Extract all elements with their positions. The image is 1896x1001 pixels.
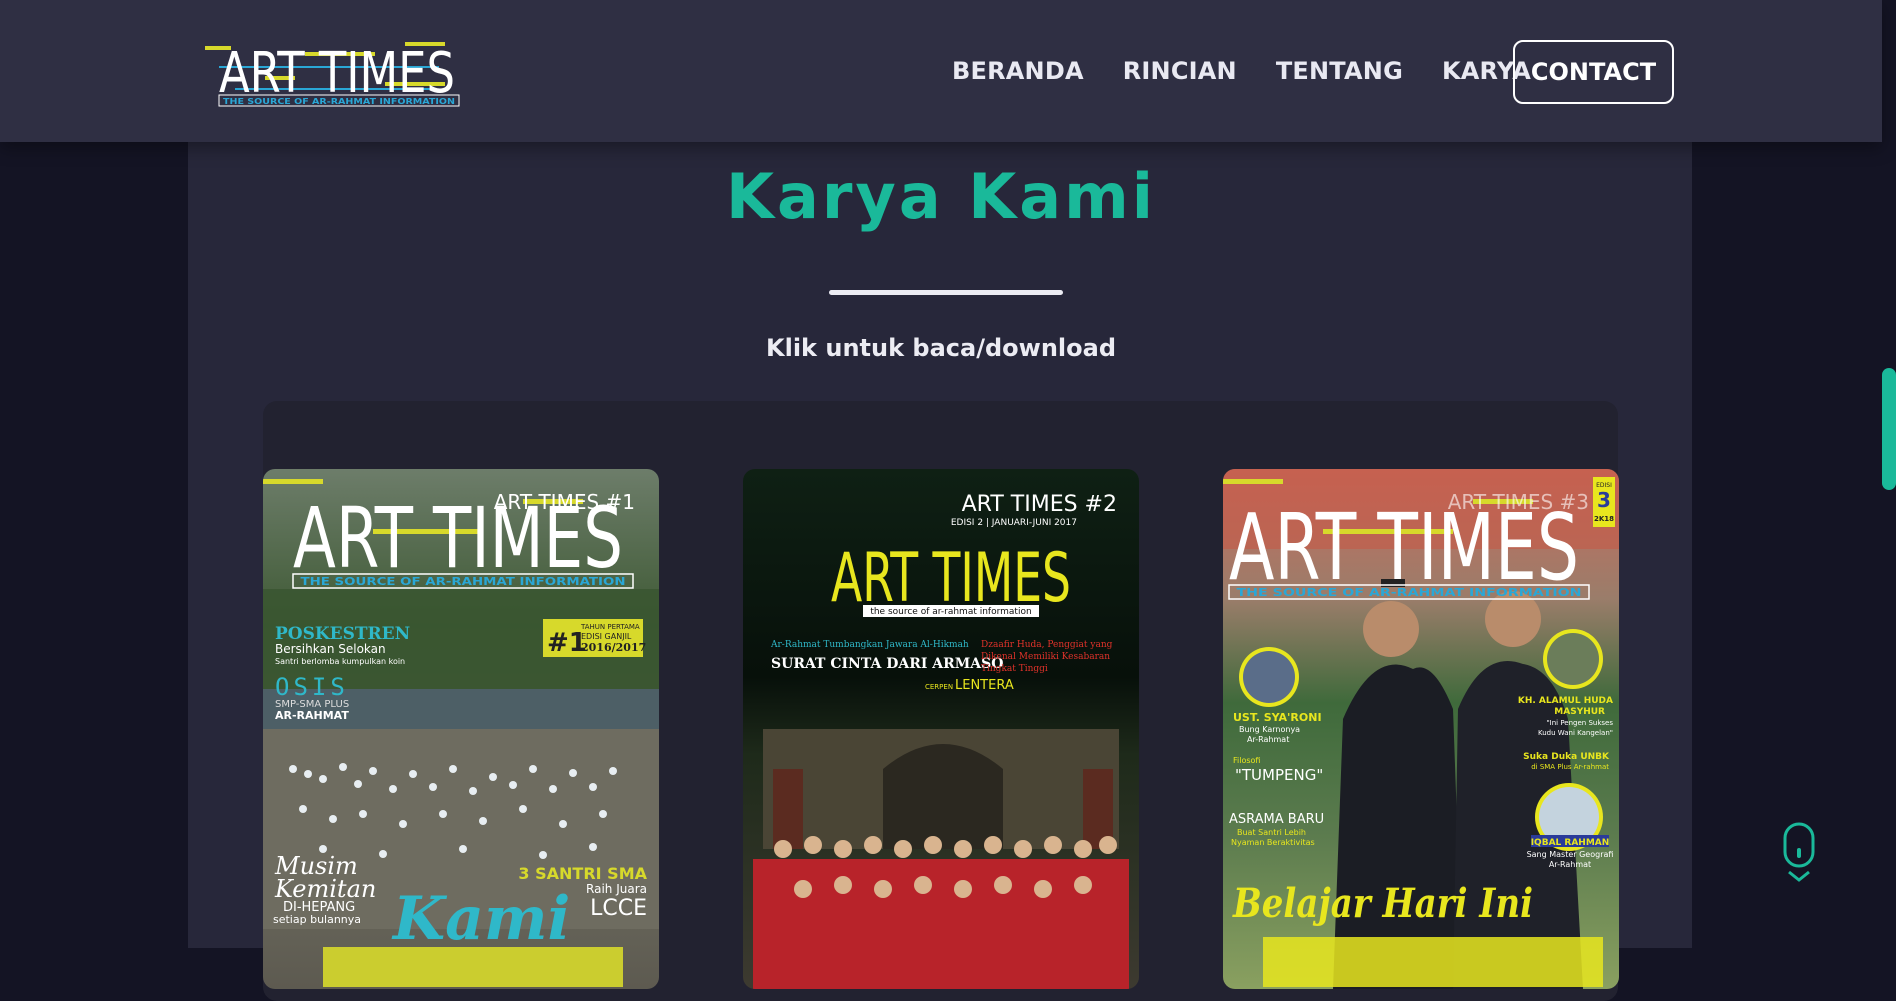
scrollbar-thumb[interactable] [1882, 368, 1896, 490]
cover1-badge-line2: EDISI GANJIL [581, 632, 632, 641]
nav-links: BERANDA RINCIAN TENTANG KARYA [952, 40, 1570, 102]
cover1-headline1-sub: Bersihkan Selokan [275, 642, 386, 656]
cover3-person3-sub2: Ar-Rahmat [1549, 860, 1591, 869]
contact-button[interactable]: CONTACT [1513, 40, 1674, 104]
navbar: ART TIMES THE SOURCE OF AR-RAHMAT INFORM… [0, 0, 1882, 142]
cover1-badge-line3: 2016/2017 [581, 641, 646, 654]
cover3-asrama: ASRAMA BARU [1229, 812, 1324, 827]
cover1-bottom-title: Kami [391, 884, 570, 954]
cover2-cerpen: CERPEN [925, 683, 953, 691]
magazine-cover-2[interactable]: ART TIMES #2 EDISI 2 | JANUARI-JUNI 2017… [743, 469, 1139, 989]
cover3-right-mid: Suka Duka UNBK [1523, 752, 1610, 762]
cover2-edition-sub: EDISI 2 | JANUARI-JUNI 2017 [951, 518, 1077, 528]
cover3-asrama-sub2: Nyaman Beraktivitas [1231, 838, 1315, 847]
cover1-tagline: THE SOURCE OF AR-RAHMAT INFORMATION [301, 575, 626, 588]
cover3-person1-sub: Bung Karnonya [1239, 725, 1300, 734]
cover1-headline2: OSIS [275, 673, 349, 701]
cover3-filosofi: Filosofi [1233, 756, 1260, 765]
cover3-edition: ART TIMES #3 [1448, 490, 1589, 514]
cover1-bottom-right3: LCCE [590, 896, 647, 921]
magazine-cover-3[interactable]: ART TIMES ART TIMES #3 THE SOURCE OF AR-… [1223, 469, 1619, 989]
cover3-person2-name2: MASYHUR [1554, 707, 1605, 717]
cover3-person2-sub: "Ini Pengen Sukses [1546, 719, 1613, 727]
cover3-bottom-title: Belajar Hari Ini [1232, 880, 1533, 927]
magazine-cover-1[interactable]: ART TIMES ART TIMES #1 THE SOURCE OF AR-… [263, 469, 659, 989]
cover1-headline2-sub2: AR-RAHMAT [275, 709, 349, 722]
cover1-edition: ART TIMES #1 [494, 490, 635, 514]
cover3-person2-name: KH. ALAMUL HUDA [1518, 696, 1613, 706]
cover1-bottom-left2: Kemitan [274, 875, 376, 903]
section-title: Karya Kami [725, 160, 1157, 233]
cover2-cerpen-title: LENTERA [955, 678, 1014, 693]
cover2-right1: Dzaafir Huda, Penggiat yang [981, 640, 1113, 650]
section-subtitle: Klik untuk baca/download [766, 334, 1116, 362]
cover2-edition: ART TIMES #2 [962, 492, 1117, 517]
cover1-headline1: POSKESTREN [275, 624, 410, 644]
nav-link-beranda[interactable]: BERANDA [952, 57, 1084, 85]
cover1-bottom-left4: setiap bulannya [273, 913, 361, 926]
title-underline [829, 290, 1063, 295]
cover2-tagline: the source of ar-rahmat information [870, 607, 1031, 617]
site-logo[interactable]: ART TIMES THE SOURCE OF AR-RAHMAT INFORM… [205, 36, 471, 108]
cover3-person2-sub2: Kudu Wani Kangelan" [1538, 729, 1613, 737]
cover3-badge-year: 2K18 [1594, 515, 1614, 523]
cover3-asrama-sub: Buat Santri Lebih [1237, 828, 1306, 837]
cover3-person1-sub2: Ar-Rahmat [1247, 735, 1289, 744]
cover1-bottom-right1: 3 SANTRI SMA [518, 864, 647, 883]
cover3-badge-num: 3 [1597, 488, 1611, 512]
nav-link-rincian[interactable]: RINCIAN [1123, 57, 1237, 85]
logo-tagline: THE SOURCE OF AR-RAHMAT INFORMATION [223, 97, 455, 106]
cover3-tagline: THE SOURCE OF AR-RAHMAT INFORMATION [1237, 586, 1582, 599]
scroll-down-icon[interactable] [1783, 822, 1815, 884]
cover3-person1-name: UST. SYA'RONI [1233, 711, 1322, 724]
cover2-right3: Tingkat Tinggi [981, 664, 1048, 674]
cover2-right2: Dikenal Memiliki Kesabaran [981, 652, 1110, 662]
cover3-tumpeng: "TUMPENG" [1235, 766, 1323, 784]
cover3-person3-name: IQBAL RAHMAN [1531, 838, 1610, 848]
cover1-headline1-sub2: Santri berlomba kumpulkan koin [275, 657, 405, 666]
cover3-person3-sub: Sang Master Geografi [1527, 850, 1614, 859]
cover2-left1: Ar-Rahmat Tumbangkan Jawara Al-Hikmah [770, 640, 969, 650]
cover3-right-mid2: di SMA Plus Ar-rahmat [1531, 763, 1609, 771]
cover1-bottom-right2: Raih Juara [586, 882, 647, 896]
cover1-badge-line1: TAHUN PERTAMA [580, 623, 640, 631]
cover2-left2: SURAT CINTA DARI ARMASO [771, 656, 1003, 672]
nav-link-tentang[interactable]: TENTANG [1276, 57, 1403, 85]
